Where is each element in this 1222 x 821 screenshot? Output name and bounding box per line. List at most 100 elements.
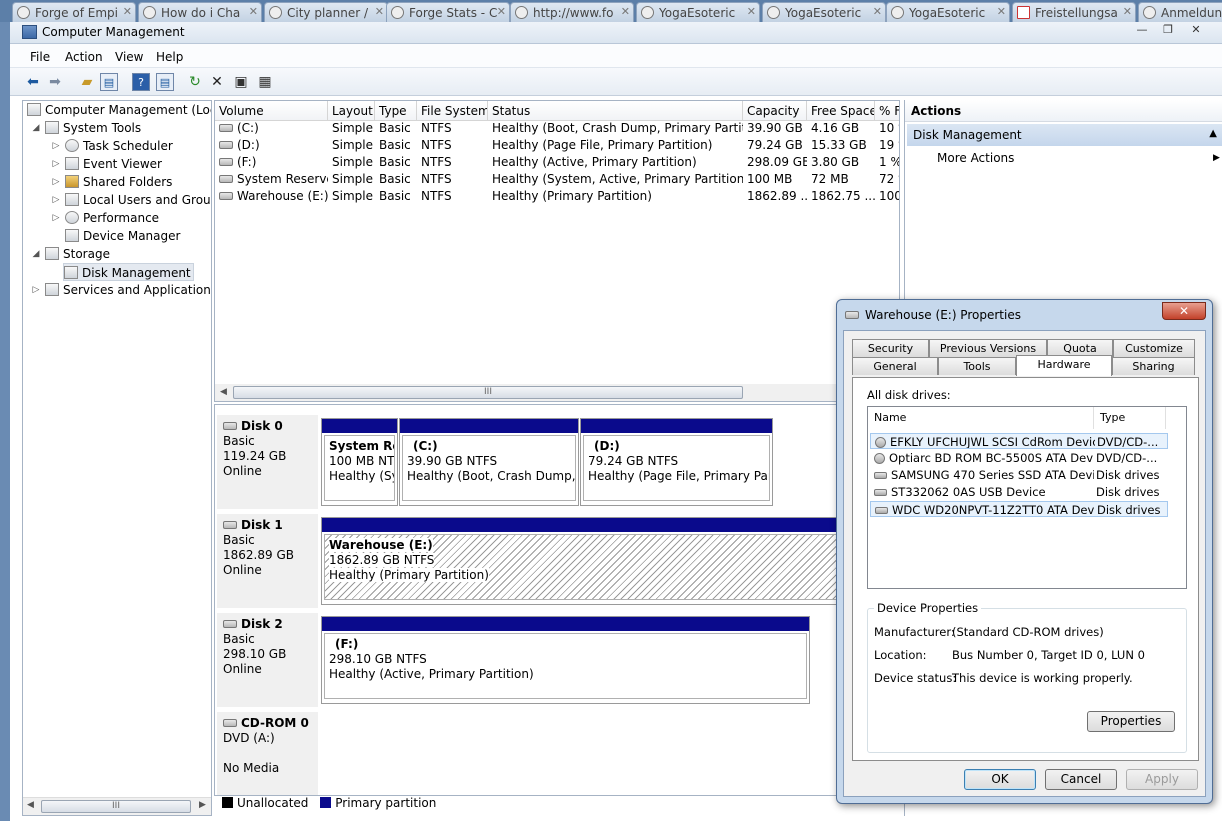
expand-arrow-icon[interactable]: ▷ [51, 173, 61, 191]
export-icon[interactable]: ▦ [256, 73, 274, 91]
browser-tab[interactable]: YogaEsoteric ✕ [886, 2, 1010, 22]
apply-button[interactable]: Apply [1126, 769, 1198, 790]
column-file-system[interactable]: File System [417, 101, 488, 121]
tab-general[interactable]: General [852, 357, 938, 375]
column-type[interactable]: Type [1094, 407, 1166, 429]
partition[interactable]: System Res 100 MB NTF Healthy (Sys [321, 418, 398, 506]
tree-services-applications[interactable]: Services and Applications [45, 281, 211, 299]
tree-storage[interactable]: Storage [45, 245, 110, 263]
close-window-button[interactable]: ✕ [1184, 23, 1208, 40]
close-tab-icon[interactable]: ✕ [621, 5, 630, 18]
refresh-icon[interactable]: ↻ [186, 73, 204, 91]
scroll-left-icon[interactable]: ◀ [27, 800, 34, 810]
tab-tools[interactable]: Tools [938, 357, 1016, 375]
close-tab-icon[interactable]: ✕ [123, 5, 132, 18]
disk-label[interactable]: CD-ROM 0 DVD (A:) No Media [217, 712, 318, 795]
collapse-arrow-icon[interactable]: ▲ [1209, 128, 1217, 139]
tree-performance[interactable]: Performance [65, 209, 159, 227]
column-free-space[interactable]: Free Space [807, 101, 875, 121]
scroll-right-icon[interactable]: ▶ [199, 800, 206, 810]
cancel-button[interactable]: Cancel [1045, 769, 1117, 790]
tree-shared-folders[interactable]: Shared Folders [65, 173, 172, 191]
scroll-left-icon[interactable]: ◀ [220, 387, 227, 397]
browser-tab[interactable]: YogaEsoteric ✕ [636, 2, 760, 22]
browser-tab[interactable]: City planner / ✕ [264, 2, 388, 22]
partition[interactable]: (D:) 79.24 GB NTFS Healthy (Page File, P… [580, 418, 773, 506]
tree-root[interactable]: Computer Management (Local [27, 101, 211, 119]
menu-view[interactable]: View [115, 50, 143, 64]
tree-task-scheduler[interactable]: Task Scheduler [65, 137, 173, 155]
partition[interactable]: (F:) 298.10 GB NTFS Healthy (Active, Pri… [321, 616, 810, 704]
list-item[interactable]: EFKLY UFCHUJWL SCSI CdRom Device DVD/CD-.… [870, 433, 1168, 449]
tab-hardware[interactable]: Hardware [1016, 355, 1112, 376]
close-tab-icon[interactable]: ✕ [873, 5, 882, 18]
partition[interactable]: (C:) 39.90 GB NTFS Healthy (Boot, Crash … [399, 418, 579, 506]
disk-label[interactable]: Disk 1 Basic 1862.89 GB Online [217, 514, 318, 608]
close-tab-icon[interactable]: ✕ [747, 5, 756, 18]
scroll-thumb[interactable]: III [233, 386, 743, 399]
close-tab-icon[interactable]: ✕ [497, 5, 506, 18]
expand-arrow-icon[interactable]: ▷ [51, 155, 61, 173]
tab-sharing[interactable]: Sharing [1112, 357, 1195, 375]
list-item[interactable]: Optiarc BD ROM BC-5500S ATA Device DVD/CD… [870, 450, 1168, 466]
dialog-close-button[interactable]: ✕ [1162, 302, 1206, 320]
expand-arrow-icon[interactable]: ◢ [31, 119, 41, 137]
tree-hscrollbar[interactable]: ◀ III ▶ [23, 797, 211, 815]
expand-arrow-icon[interactable]: ▷ [31, 281, 41, 299]
disk-label[interactable]: Disk 2 Basic 298.10 GB Online [217, 613, 318, 707]
column-percent-free[interactable]: % F [875, 101, 899, 121]
tab-security[interactable]: Security [852, 339, 929, 357]
close-tab-icon[interactable]: ✕ [249, 5, 258, 18]
browser-tab[interactable]: Forge of Empi ✕ [12, 2, 136, 22]
help-icon[interactable]: ? [132, 73, 150, 91]
back-arrow-icon[interactable]: ⬅ [24, 73, 42, 91]
column-volume[interactable]: Volume [215, 101, 328, 121]
browser-tab[interactable]: Forge Stats - C ✕ [386, 2, 510, 22]
expand-arrow-icon[interactable]: ▷ [51, 209, 61, 227]
up-folder-icon[interactable]: ▰ [78, 73, 96, 91]
maximize-button[interactable]: ❐ [1156, 23, 1180, 40]
browser-tab[interactable]: http://www.fo ✕ [510, 2, 634, 22]
list-item[interactable]: ST332062 0AS USB Device Disk drives [870, 484, 1168, 500]
list-item[interactable]: WDC WD20NPVT-11Z2TT0 ATA Device Disk driv… [870, 501, 1168, 517]
menu-action[interactable]: Action [65, 50, 103, 64]
partition[interactable]: Warehouse (E:) 1862.89 GB NTFS Healthy (… [321, 517, 899, 605]
menu-help[interactable]: Help [156, 50, 183, 64]
column-name[interactable]: Name [868, 407, 1094, 429]
browser-tab[interactable]: YogaEsoteric ✕ [762, 2, 886, 22]
tree-device-manager[interactable]: Device Manager [65, 227, 180, 245]
more-actions-link[interactable]: More Actions [937, 151, 1014, 165]
volume-hscrollbar[interactable]: ◀ III [215, 384, 899, 401]
column-status[interactable]: Status [488, 101, 743, 121]
expand-arrow-icon[interactable]: ▷ [51, 191, 61, 209]
expand-arrow-icon[interactable]: ▷ [51, 137, 61, 155]
properties-icon[interactable]: ▣ [232, 73, 250, 91]
tree-event-viewer[interactable]: Event Viewer [65, 155, 162, 173]
tree-local-users[interactable]: Local Users and Groups [65, 191, 211, 209]
column-type[interactable]: Type [375, 101, 417, 121]
list-item[interactable]: SAMSUNG 470 Series SSD ATA Device Disk dr… [870, 467, 1168, 483]
column-capacity[interactable]: Capacity [743, 101, 807, 121]
delete-icon[interactable]: ✕ [208, 73, 226, 91]
tree-disk-management[interactable]: Disk Management [63, 263, 194, 281]
browser-tab[interactable]: Anmeldung [1138, 2, 1222, 22]
column-layout[interactable]: Layout [328, 101, 375, 121]
forward-arrow-icon[interactable]: ➡ [46, 73, 64, 91]
browser-tab[interactable]: Freistellungsa ✕ [1012, 2, 1136, 22]
tab-customize[interactable]: Customize [1113, 339, 1195, 357]
menu-file[interactable]: File [30, 50, 50, 64]
device-properties-button[interactable]: Properties [1087, 711, 1175, 732]
expand-arrow-icon[interactable]: ◢ [31, 245, 41, 263]
browser-tab[interactable]: How do i Cha ✕ [138, 2, 262, 22]
close-tab-icon[interactable]: ✕ [1123, 5, 1132, 18]
actions-section-disk-management[interactable]: Disk Management ▲ [907, 124, 1222, 146]
close-tab-icon[interactable]: ✕ [375, 5, 384, 18]
console-tree-icon[interactable]: ▤ [100, 73, 118, 91]
ok-button[interactable]: OK [964, 769, 1036, 790]
close-tab-icon[interactable]: ✕ [997, 5, 1006, 18]
disk-label[interactable]: Disk 0 Basic 119.24 GB Online [217, 415, 318, 509]
tree-system-tools[interactable]: System Tools [45, 119, 141, 137]
panel-icon[interactable]: ▤ [156, 73, 174, 91]
scroll-thumb[interactable]: III [41, 800, 191, 813]
minimize-button[interactable]: — [1130, 23, 1154, 40]
